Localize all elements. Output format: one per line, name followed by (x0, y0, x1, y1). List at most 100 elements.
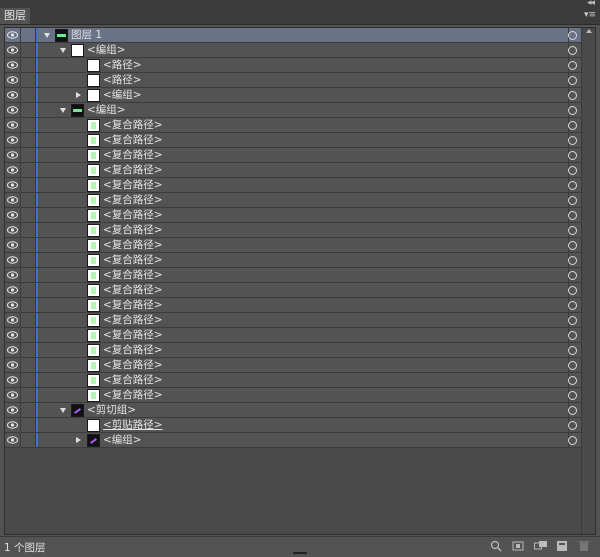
layer-name[interactable]: <复合路径> (103, 148, 163, 162)
locate-object-icon[interactable] (490, 540, 502, 552)
layer-row[interactable]: <剪贴路径> (5, 418, 595, 433)
lock-toggle[interactable] (21, 253, 36, 267)
layer-row[interactable]: <编组> (5, 103, 595, 118)
layer-row[interactable]: <复合路径> (5, 358, 595, 373)
target-circle-icon[interactable] (568, 196, 577, 205)
layer-name[interactable]: <复合路径> (103, 343, 163, 357)
visibility-eye-icon[interactable] (5, 148, 21, 162)
visibility-eye-icon[interactable] (5, 133, 21, 147)
lock-toggle[interactable] (21, 223, 36, 237)
target-circle-icon[interactable] (568, 391, 577, 400)
visibility-eye-icon[interactable] (5, 283, 21, 297)
visibility-eye-icon[interactable] (5, 418, 21, 432)
layer-name[interactable]: <复合路径> (103, 193, 163, 207)
layer-row[interactable]: <复合路径> (5, 178, 595, 193)
target-circle-icon[interactable] (568, 31, 577, 40)
lock-toggle[interactable] (21, 238, 36, 252)
visibility-eye-icon[interactable] (5, 208, 21, 222)
lock-toggle[interactable] (21, 118, 36, 132)
expand-triangle-open-icon[interactable] (60, 408, 66, 413)
target-circle-icon[interactable] (568, 76, 577, 85)
target-circle-icon[interactable] (568, 406, 577, 415)
lock-toggle[interactable] (21, 418, 36, 432)
target-circle-icon[interactable] (568, 436, 577, 445)
layer-row[interactable]: <复合路径> (5, 328, 595, 343)
layer-row[interactable]: <编组> (5, 433, 595, 448)
layer-row[interactable]: <复合路径> (5, 118, 595, 133)
layer-name[interactable]: <复合路径> (103, 283, 163, 297)
target-circle-icon[interactable] (568, 61, 577, 70)
layer-name[interactable]: <复合路径> (103, 268, 163, 282)
create-sublayer-icon[interactable] (534, 540, 547, 552)
layer-name[interactable]: <复合路径> (103, 133, 163, 147)
visibility-eye-icon[interactable] (5, 298, 21, 312)
layer-row[interactable]: <路径> (5, 58, 595, 73)
lock-toggle[interactable] (21, 133, 36, 147)
target-circle-icon[interactable] (568, 271, 577, 280)
layer-row[interactable]: <复合路径> (5, 163, 595, 178)
layer-name[interactable]: <路径> (103, 73, 142, 87)
layer-row[interactable]: <剪切组> (5, 403, 595, 418)
target-circle-icon[interactable] (568, 361, 577, 370)
visibility-eye-icon[interactable] (5, 73, 21, 87)
make-clipping-mask-icon[interactable] (512, 540, 524, 552)
lock-toggle[interactable] (21, 193, 36, 207)
lock-toggle[interactable] (21, 28, 36, 42)
resize-grip[interactable] (293, 552, 307, 554)
layer-row[interactable]: <复合路径> (5, 193, 595, 208)
target-circle-icon[interactable] (568, 226, 577, 235)
lock-toggle[interactable] (21, 343, 36, 357)
target-circle-icon[interactable] (568, 211, 577, 220)
scroll-up-icon[interactable] (586, 29, 592, 33)
target-circle-icon[interactable] (568, 316, 577, 325)
lock-toggle[interactable] (21, 313, 36, 327)
layer-row[interactable]: <复合路径> (5, 373, 595, 388)
lock-toggle[interactable] (21, 328, 36, 342)
visibility-eye-icon[interactable] (5, 373, 21, 387)
visibility-eye-icon[interactable] (5, 388, 21, 402)
visibility-eye-icon[interactable] (5, 358, 21, 372)
visibility-eye-icon[interactable] (5, 103, 21, 117)
layer-name[interactable]: <复合路径> (103, 178, 163, 192)
layer-row[interactable]: <复合路径> (5, 148, 595, 163)
layer-row[interactable]: <复合路径> (5, 223, 595, 238)
lock-toggle[interactable] (21, 163, 36, 177)
layer-name[interactable]: <复合路径> (103, 313, 163, 327)
layer-name[interactable]: <编组> (87, 103, 126, 117)
layer-name[interactable]: <复合路径> (103, 208, 163, 222)
layer-name[interactable]: <剪切组> (87, 403, 136, 417)
visibility-eye-icon[interactable] (5, 178, 21, 192)
layer-name[interactable]: 图层 1 (71, 28, 102, 42)
create-new-layer-icon[interactable] (556, 540, 568, 552)
target-circle-icon[interactable] (568, 331, 577, 340)
layer-row[interactable]: <编组> (5, 43, 595, 58)
target-circle-icon[interactable] (568, 376, 577, 385)
layer-row[interactable]: <复合路径> (5, 343, 595, 358)
delete-layer-icon[interactable] (578, 540, 590, 552)
target-circle-icon[interactable] (568, 91, 577, 100)
layer-row[interactable]: <复合路径> (5, 238, 595, 253)
expand-triangle-open-icon[interactable] (60, 108, 66, 113)
layer-name[interactable]: <复合路径> (103, 298, 163, 312)
layer-row[interactable]: <复合路径> (5, 388, 595, 403)
layer-name[interactable]: <复合路径> (103, 358, 163, 372)
target-circle-icon[interactable] (568, 346, 577, 355)
lock-toggle[interactable] (21, 373, 36, 387)
target-circle-icon[interactable] (568, 151, 577, 160)
expand-triangle-closed-icon[interactable] (76, 437, 81, 443)
scrollbar[interactable] (581, 28, 595, 534)
expand-triangle-closed-icon[interactable] (76, 92, 81, 98)
target-circle-icon[interactable] (568, 46, 577, 55)
layer-name[interactable]: <编组> (87, 43, 126, 57)
layer-name[interactable]: <编组> (103, 88, 142, 102)
layer-row[interactable]: <复合路径> (5, 313, 595, 328)
visibility-eye-icon[interactable] (5, 163, 21, 177)
target-circle-icon[interactable] (568, 421, 577, 430)
layer-row[interactable]: <编组> (5, 88, 595, 103)
lock-toggle[interactable] (21, 298, 36, 312)
lock-toggle[interactable] (21, 43, 36, 57)
visibility-eye-icon[interactable] (5, 88, 21, 102)
lock-toggle[interactable] (21, 268, 36, 282)
target-circle-icon[interactable] (568, 301, 577, 310)
layer-name[interactable]: <复合路径> (103, 118, 163, 132)
